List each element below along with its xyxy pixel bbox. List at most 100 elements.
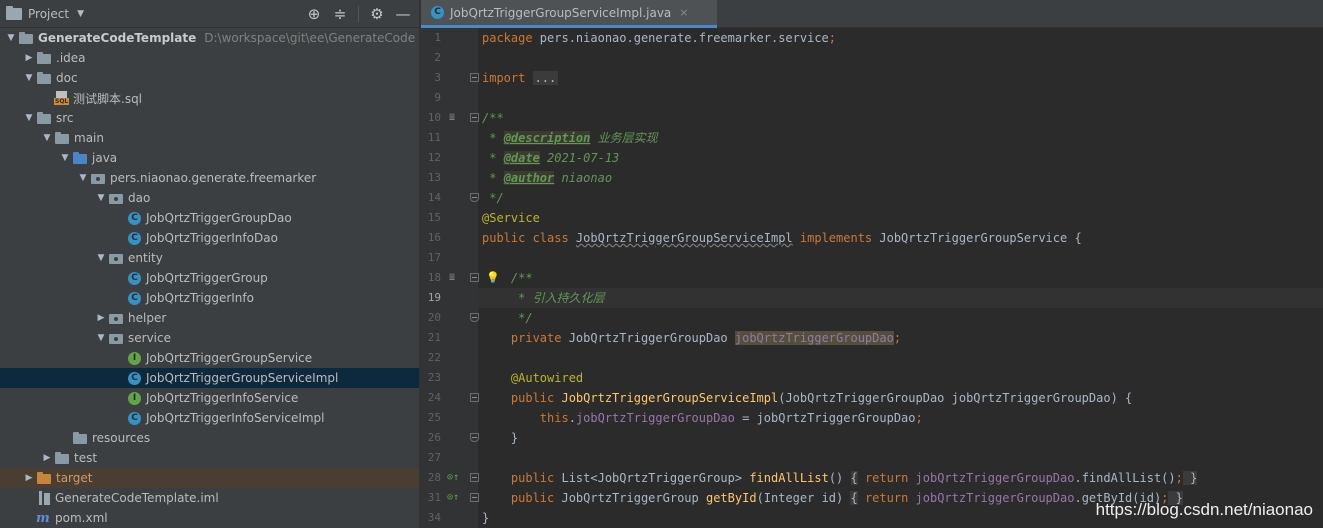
code-line[interactable]: import ...	[478, 68, 1323, 88]
code-line[interactable]: private JobQrtzTriggerGroupDao jobQrtzTr…	[478, 328, 1323, 348]
gutter-line[interactable]: 12	[421, 148, 478, 168]
gutter-line[interactable]: 18 ≣	[421, 268, 479, 288]
tree-item[interactable]: ▼ src	[0, 108, 419, 128]
code-line[interactable]: * @description 业务层实现	[478, 128, 1323, 148]
gutter-line[interactable]: 17	[421, 248, 478, 268]
code-line[interactable]: public JobQrtzTriggerGroupServiceImpl(Jo…	[478, 388, 1323, 408]
chevron-down-icon[interactable]: ▼	[22, 73, 36, 83]
code-line[interactable]: 💡 /**	[478, 268, 1323, 288]
lightbulb-icon[interactable]: 💡	[486, 268, 500, 288]
chevron-down-icon[interactable]: ▼	[94, 333, 108, 343]
render-doc-icon[interactable]: ≣	[449, 268, 455, 288]
tree-item[interactable]: ▶CJobQrtzTriggerGroup	[0, 268, 419, 288]
code-line[interactable]: package pers.niaonao.generate.freemarker…	[478, 28, 1323, 48]
line-number-gutter[interactable]: 1 2 3 9 10 ≣ 11 12 13 14 15 16 17 18 ≣ 19 20 21 22 23 24 25 26…	[421, 28, 479, 528]
tree-item[interactable]: ▼ pers.niaonao.generate.freemarker	[0, 168, 419, 188]
code-line[interactable]	[478, 88, 1323, 108]
code-line[interactable]: this.jobQrtzTriggerGroupDao = jobQrtzTri…	[478, 408, 1323, 428]
gutter-line[interactable]: 24	[421, 388, 479, 408]
tree-item[interactable]: ▶resources	[0, 428, 419, 448]
chevron-down-icon[interactable]: ▼	[94, 193, 108, 203]
gutter-line[interactable]: 11	[421, 128, 478, 148]
close-icon[interactable]: ×	[679, 6, 688, 19]
gutter-line[interactable]: 20	[421, 308, 479, 328]
chevron-down-icon[interactable]: ▼	[22, 113, 36, 123]
project-view-selector[interactable]: Project ▼	[6, 5, 84, 21]
chevron-down-icon[interactable]: ▼	[76, 173, 90, 183]
chevron-down-icon[interactable]: ▼	[94, 253, 108, 263]
code-line[interactable]	[478, 448, 1323, 468]
code-line[interactable]: public class JobQrtzTriggerGroupServiceI…	[478, 228, 1323, 248]
implements-method-icon[interactable]: ⊙↑	[447, 468, 459, 488]
chevron-right-icon[interactable]: ▶	[22, 473, 36, 483]
chevron-down-icon[interactable]: ▼	[58, 153, 72, 163]
gutter-line[interactable]: 9	[421, 88, 478, 108]
gutter-line[interactable]: 23	[421, 368, 478, 388]
code-line[interactable]: * 引入持久化层	[478, 288, 1323, 308]
code-area[interactable]: package pers.niaonao.generate.freemarker…	[478, 28, 1323, 528]
gear-icon[interactable]: ⚙	[369, 5, 385, 23]
render-doc-icon[interactable]: ≣	[449, 108, 455, 128]
code-line[interactable]: @Service	[478, 208, 1323, 228]
tree-item[interactable]: ▶测试脚本.sql	[0, 88, 419, 108]
gutter-line[interactable]: 21	[421, 328, 478, 348]
tree-item[interactable]: ▶ test	[0, 448, 419, 468]
implements-method-icon[interactable]: ⊙↑	[447, 488, 459, 508]
tree-item[interactable]: ▼ GenerateCodeTemplate D:\workspace\git\ee…	[0, 28, 419, 48]
tree-item[interactable]: ▶CJobQrtzTriggerGroupServiceImpl	[0, 368, 419, 388]
tree-item[interactable]: ▶CJobQrtzTriggerInfoDao	[0, 228, 419, 248]
chevron-down-icon[interactable]: ▼	[40, 133, 54, 143]
tree-item[interactable]: ▼ service	[0, 328, 419, 348]
chevron-down-icon[interactable]: ▼	[4, 33, 18, 43]
tree-item[interactable]: ▼ dao	[0, 188, 419, 208]
gutter-line[interactable]: 34	[421, 508, 478, 528]
editor-tab-active[interactable]: C JobQrtzTriggerGroupServiceImpl.java ×	[421, 0, 717, 28]
code-line[interactable]: }	[478, 428, 1323, 448]
gutter-line[interactable]: 13	[421, 168, 478, 188]
collapse-all-icon[interactable]: ≑	[332, 5, 348, 23]
gutter-line[interactable]: 10 ≣	[421, 108, 479, 128]
gutter-line[interactable]: 22	[421, 348, 478, 368]
locate-icon[interactable]: ⊕	[306, 5, 322, 23]
code-line[interactable]: * @date 2021-07-13	[478, 148, 1323, 168]
tree-item[interactable]: ▼ entity	[0, 248, 419, 268]
hide-panel-icon[interactable]: —	[395, 5, 411, 23]
code-line[interactable]	[478, 248, 1323, 268]
tree-item[interactable]: ▼ java	[0, 148, 419, 168]
tree-item[interactable]: ▶IJobQrtzTriggerGroupService	[0, 348, 419, 368]
code-line[interactable]: @Autowired	[478, 368, 1323, 388]
tree-item[interactable]: ▶CJobQrtzTriggerInfoServiceImpl	[0, 408, 419, 428]
tree-item[interactable]: ▶IJobQrtzTriggerInfoService	[0, 388, 419, 408]
code-token[interactable]: ...	[532, 71, 559, 85]
gutter-line[interactable]: 28 ⊙↑	[421, 468, 479, 488]
code-line[interactable]: * @author niaonao	[478, 168, 1323, 188]
gutter-line[interactable]: 31 ⊙↑	[421, 488, 479, 508]
chevron-right-icon[interactable]: ▶	[94, 313, 108, 323]
code-line[interactable]	[478, 348, 1323, 368]
tree-item[interactable]: ▶CJobQrtzTriggerInfo	[0, 288, 419, 308]
gutter-line[interactable]: 27	[421, 448, 478, 468]
gutter-line[interactable]: 19	[421, 288, 478, 308]
code-line[interactable]: */	[478, 188, 1323, 208]
code-line[interactable]: /**	[478, 108, 1323, 128]
gutter-line[interactable]: 25	[421, 408, 478, 428]
gutter-line[interactable]: 14	[421, 188, 479, 208]
code-line[interactable]: public List<JobQrtzTriggerGroup> findAll…	[478, 468, 1323, 488]
gutter-line[interactable]: 26	[421, 428, 479, 448]
gutter-line[interactable]: 16	[421, 228, 478, 248]
tree-item[interactable]: ▶mpom.xml	[0, 508, 419, 528]
gutter-line[interactable]: 1	[421, 28, 478, 48]
gutter-line[interactable]: 3	[421, 68, 479, 88]
tree-item[interactable]: ▶ helper	[0, 308, 419, 328]
tree-item[interactable]: ▼ doc	[0, 68, 419, 88]
gutter-line[interactable]: 2	[421, 48, 478, 68]
tree-item[interactable]: ▶CJobQrtzTriggerGroupDao	[0, 208, 419, 228]
tree-item[interactable]: ▶ target	[0, 468, 419, 488]
chevron-right-icon[interactable]: ▶	[22, 53, 36, 63]
code-line[interactable]	[478, 48, 1323, 68]
code-line[interactable]: */	[478, 308, 1323, 328]
chevron-right-icon[interactable]: ▶	[40, 453, 54, 463]
tree-item[interactable]: ▶ .idea	[0, 48, 419, 68]
gutter-line[interactable]: 15	[421, 208, 478, 228]
tree-item[interactable]: ▼ main	[0, 128, 419, 148]
